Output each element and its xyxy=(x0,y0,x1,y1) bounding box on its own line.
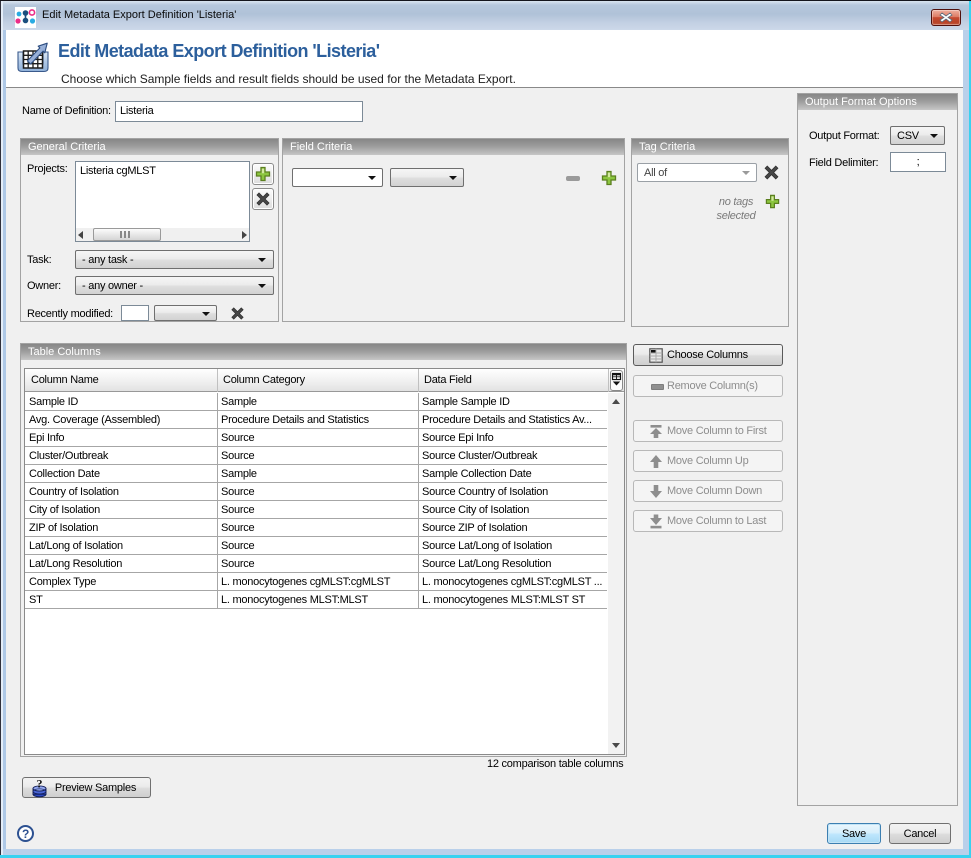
svg-text:?: ? xyxy=(37,779,43,791)
